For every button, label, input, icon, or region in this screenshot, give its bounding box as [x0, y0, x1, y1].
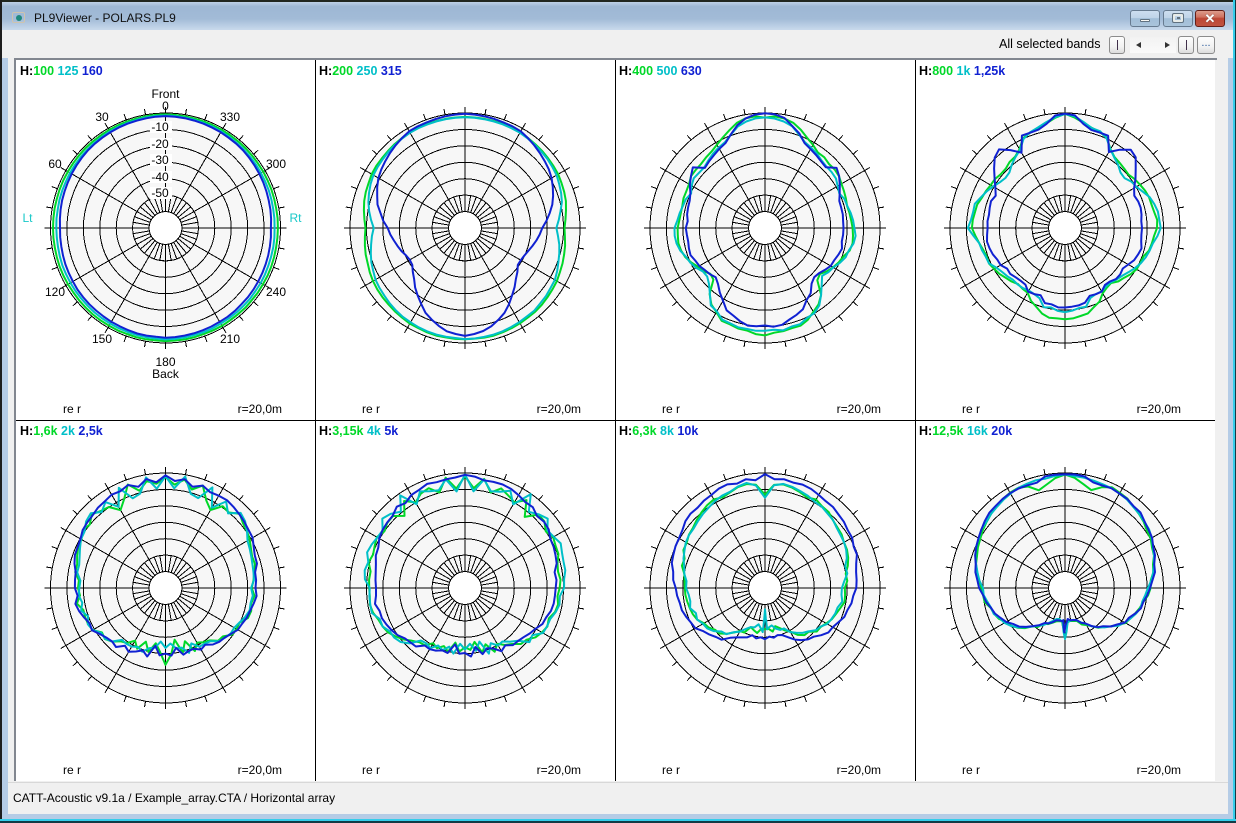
svg-text:r=20,0m: r=20,0m: [238, 402, 282, 416]
svg-text:330: 330: [220, 110, 240, 124]
svg-text:150: 150: [92, 332, 112, 346]
svg-text:300: 300: [266, 157, 286, 171]
svg-text:H:200 250 315: H:200 250 315: [319, 64, 402, 78]
svg-text:re r: re r: [63, 402, 81, 416]
svg-text:60: 60: [48, 157, 62, 171]
svg-text:-20: -20: [151, 137, 169, 151]
svg-text:Rt: Rt: [290, 211, 303, 225]
svg-text:re r: re r: [662, 402, 680, 416]
svg-text:r=20,0m: r=20,0m: [537, 402, 581, 416]
svg-text:re r: re r: [962, 402, 980, 416]
svg-text:re r: re r: [962, 763, 980, 777]
svg-text:Lt: Lt: [22, 211, 33, 225]
svg-text:H:800 1k 1,25k: H:800 1k 1,25k: [919, 64, 1005, 78]
svg-text:r=20,0m: r=20,0m: [1137, 402, 1181, 416]
svg-text:-40: -40: [151, 170, 169, 184]
svg-text:re r: re r: [362, 763, 380, 777]
svg-text:-30: -30: [151, 153, 169, 167]
svg-text:H:400 500 630: H:400 500 630: [619, 64, 702, 78]
svg-text:r=20,0m: r=20,0m: [837, 402, 881, 416]
svg-text:r=20,0m: r=20,0m: [837, 763, 881, 777]
svg-text:H:1,6k 2k 2,5k: H:1,6k 2k 2,5k: [20, 424, 103, 438]
svg-text:H:3,15k 4k 5k: H:3,15k 4k 5k: [319, 424, 398, 438]
svg-text:240: 240: [266, 285, 286, 299]
svg-text:210: 210: [220, 332, 240, 346]
svg-text:H:6,3k 8k 10k: H:6,3k 8k 10k: [619, 424, 698, 438]
svg-text:re r: re r: [662, 763, 680, 777]
svg-text:re r: re r: [63, 763, 81, 777]
svg-text:120: 120: [45, 285, 65, 299]
svg-text:Back: Back: [152, 367, 180, 381]
svg-text:-10: -10: [151, 120, 169, 134]
svg-text:-50: -50: [151, 186, 169, 200]
svg-text:0: 0: [162, 99, 169, 113]
svg-text:r=20,0m: r=20,0m: [1137, 763, 1181, 777]
svg-text:r=20,0m: r=20,0m: [238, 763, 282, 777]
svg-text:re r: re r: [362, 402, 380, 416]
svg-text:30: 30: [95, 110, 109, 124]
svg-text:r=20,0m: r=20,0m: [537, 763, 581, 777]
svg-text:H:12,5k 16k 20k: H:12,5k 16k 20k: [919, 424, 1012, 438]
svg-text:H:100 125 160: H:100 125 160: [20, 64, 103, 78]
